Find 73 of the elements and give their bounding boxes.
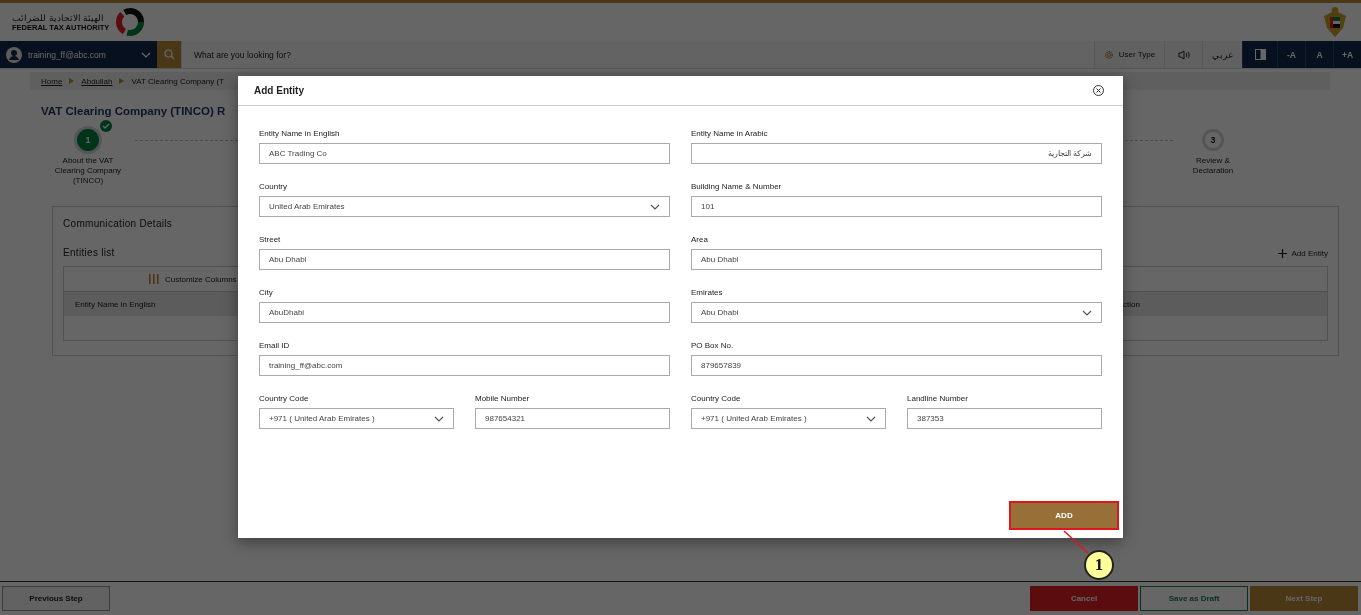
gear-icon (1103, 49, 1114, 60)
text-field[interactable]: AbuDhabi (259, 302, 670, 323)
text-field[interactable]: ABC Trading Co (259, 143, 670, 164)
page-title: VAT Clearing Company (TINCO) R (41, 105, 227, 117)
user-menu[interactable]: training_ff@abc.com (0, 41, 157, 68)
add-button[interactable]: ADD (1011, 503, 1117, 528)
customize-columns-button[interactable]: Customize Columns (165, 274, 237, 284)
breadcrumb-current: VAT Clearing Company (T (131, 76, 224, 86)
cancel-button[interactable]: Cancel (1030, 586, 1138, 611)
step-label: Review & Declaration (1191, 156, 1235, 176)
step-number: 3 (1202, 129, 1224, 151)
search-button[interactable] (157, 41, 181, 68)
field-label: Landline Number (907, 393, 969, 404)
field-label: Emirates (691, 287, 724, 298)
section-subtitle: Entities list (63, 247, 115, 258)
column-bars-icon (149, 274, 159, 284)
section-title: Communication Details (63, 218, 174, 229)
text-field[interactable]: Abu Dhabi (691, 249, 1102, 270)
field-label: Mobile Number (475, 393, 531, 404)
column-header: Entity Name in English (74, 299, 157, 309)
field-label: Entity Name in Arabic (691, 128, 769, 139)
field-label: Street (259, 234, 282, 245)
breadcrumb-link[interactable]: Abdullah (81, 76, 113, 86)
chevron-down-icon (1082, 309, 1092, 316)
contrast-button[interactable] (1242, 41, 1277, 68)
close-icon (1093, 85, 1104, 96)
field-label: Entity Name in English (259, 128, 341, 139)
text-field[interactable]: 387353 (907, 408, 1102, 429)
field-label: City (259, 287, 274, 298)
step-label: About the VAT Clearing Company (TINCO) (53, 156, 123, 186)
user-email: training_ff@abc.com (28, 49, 107, 60)
font-size-button[interactable]: -A (1277, 41, 1305, 68)
dropdown[interactable]: Abu Dhabi (691, 302, 1102, 323)
column-header: ction (1123, 299, 1141, 309)
text-field[interactable]: شركة التجارية (691, 143, 1102, 164)
leader-line (1063, 530, 1089, 554)
field-label: Country Code (259, 393, 310, 404)
chevron-down-icon (866, 415, 876, 422)
text-field[interactable]: 101 (691, 196, 1102, 217)
search-icon (163, 49, 175, 60)
chevron-down-icon (434, 415, 444, 422)
field-label: Building Name & Number (691, 181, 783, 192)
text-field[interactable]: 987654321 (475, 408, 670, 429)
font-size-button[interactable]: +A (1333, 41, 1361, 68)
field-label: PO Box No. (691, 340, 735, 351)
plus-icon (1277, 249, 1287, 258)
logo-arabic-text: الهيئة الاتحادية للضرائب (12, 12, 104, 23)
text-field[interactable]: Abu Dhabi (259, 249, 670, 270)
dropdown[interactable]: +971 ( United Arab Emirates ) (259, 408, 454, 429)
previous-step-button[interactable]: Previous Step (2, 586, 110, 611)
user-avatar-icon (6, 46, 22, 63)
font-size-button[interactable]: A (1305, 41, 1333, 68)
field-label: Email ID (259, 340, 291, 351)
dialog-title: Add Entity (254, 85, 304, 96)
chevron-down-icon (650, 203, 660, 210)
chevron-down-icon (141, 51, 151, 58)
text-field[interactable]: 879657839 (691, 355, 1102, 376)
breadcrumb-link[interactable]: Home (41, 76, 63, 86)
logo-ring-icon (115, 7, 146, 37)
field-label: Country Code (691, 393, 742, 404)
add-entity-link[interactable]: Add Entity (1277, 249, 1328, 258)
speaker-icon (1177, 49, 1190, 60)
text-field[interactable]: training_ff@abc.com (259, 355, 670, 376)
breadcrumb-arrow-icon (69, 78, 75, 84)
check-icon (100, 120, 112, 132)
field-label: Country (259, 181, 288, 192)
close-button[interactable] (1093, 85, 1104, 96)
dropdown[interactable]: +971 ( United Arab Emirates ) (691, 408, 886, 429)
breadcrumb-arrow-icon (119, 78, 125, 84)
field-label: Area (691, 234, 709, 245)
dropdown[interactable]: United Arab Emirates (259, 196, 670, 217)
save-draft-button[interactable]: Save as Draft (1140, 586, 1248, 611)
contrast-icon (1254, 49, 1266, 60)
